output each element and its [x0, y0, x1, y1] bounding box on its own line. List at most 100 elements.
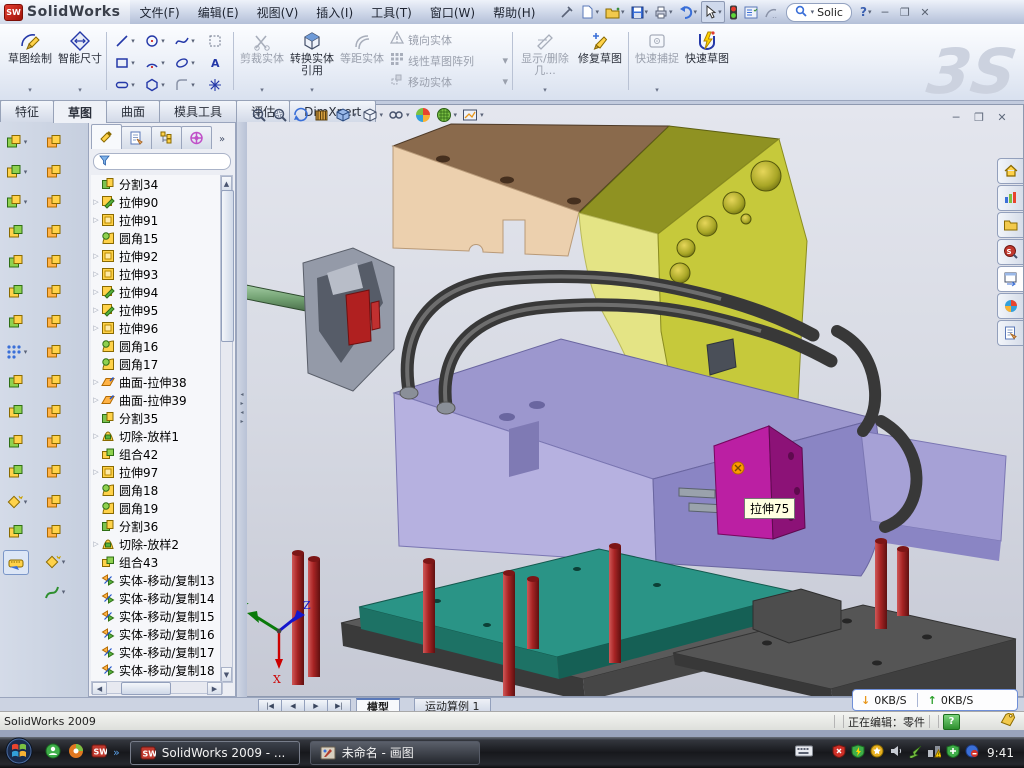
instant3d-button[interactable]: [3, 550, 29, 575]
menu-编辑(E)[interactable]: 编辑(E): [189, 1, 248, 24]
revolved-boss-button[interactable]: [4, 220, 28, 243]
tree-item[interactable]: 组合42: [91, 445, 223, 463]
tree-item[interactable]: 实体-移动/复制17: [91, 643, 223, 661]
menu-文件(F)[interactable]: 文件(F): [130, 1, 188, 24]
repair-sketch-button[interactable]: 修复草图: [576, 28, 624, 94]
edit-appearance-button[interactable]: [414, 106, 432, 124]
tree-item[interactable]: 圆角17: [91, 355, 223, 373]
panel-tab-property-manager[interactable]: [121, 126, 152, 149]
delete-face-button[interactable]: [42, 430, 66, 453]
circle-button[interactable]: ▾: [140, 30, 170, 52]
offset-surface-button[interactable]: [42, 340, 66, 363]
splitter-grip-icon[interactable]: ◂▸◂▸: [238, 390, 246, 430]
quick-tips-icon[interactable]: ?: [943, 714, 960, 730]
tree-item[interactable]: ▷拉伸90: [91, 193, 223, 211]
sketch-button[interactable]: 草图绘制 ▾: [6, 28, 54, 94]
tree-item[interactable]: 圆角19: [91, 499, 223, 517]
tree-item[interactable]: ▷拉伸94: [91, 283, 223, 301]
security-alert-tray-icon[interactable]: [832, 744, 846, 761]
view-orientation-button[interactable]: ▾: [334, 106, 358, 124]
mold-insert[interactable]: [241, 248, 394, 391]
menu-帮助(H)[interactable]: 帮助(H): [484, 1, 544, 24]
menu-工具(T)[interactable]: 工具(T): [362, 1, 421, 24]
section-view-button[interactable]: [313, 106, 331, 124]
tree-item[interactable]: 实体-移动/复制15: [91, 607, 223, 625]
tree-vertical-scrollbar[interactable]: ▲ ▼: [220, 175, 233, 683]
taskbar-task-SolidWorks 2009 - ...[interactable]: SWSolidWorks 2009 - ...: [130, 741, 300, 765]
doc-restore-button[interactable]: ❐: [971, 110, 987, 124]
close-button[interactable]: ✕: [916, 5, 933, 20]
tree-item[interactable]: 实体-移动/复制18: [91, 661, 223, 679]
expand-icon[interactable]: ▷: [91, 198, 101, 206]
fillet-surface-button[interactable]: [42, 490, 66, 513]
help-button[interactable]: ?▾: [858, 2, 873, 22]
ejector-pin[interactable]: [897, 549, 909, 616]
tree-item[interactable]: ▷拉伸97: [91, 463, 223, 481]
vertical-scroll-thumb[interactable]: [221, 190, 234, 342]
base-plates[interactable]: [341, 549, 1016, 697]
model-3d[interactable]: Y Z X: [237, 105, 1024, 697]
tree-item[interactable]: ▷拉伸93: [91, 265, 223, 283]
sync-status-tray-icon[interactable]: [965, 744, 979, 761]
tree-item[interactable]: ▷拉伸91: [91, 211, 223, 229]
text-button[interactable]: A: [200, 52, 230, 74]
panel-tabs-overflow[interactable]: »: [219, 134, 225, 149]
quick-launch-chevron-icon[interactable]: »: [113, 746, 120, 759]
revolved-surface-button[interactable]: [42, 160, 66, 183]
tree-item[interactable]: ▷拉伸95: [91, 301, 223, 319]
boss-extrude-button[interactable]: ▾: [4, 130, 28, 153]
smart-dimension-caret-icon[interactable]: ▾: [78, 86, 82, 94]
tab-特征[interactable]: 特征: [0, 100, 54, 122]
ellipse-button[interactable]: ▾: [170, 52, 200, 74]
tree-item[interactable]: ▷曲面-拉伸38: [91, 373, 223, 391]
power-manager-tray-icon[interactable]: [851, 744, 865, 761]
select-cursor-button[interactable]: ▾: [701, 1, 725, 23]
expand-icon[interactable]: ▷: [91, 468, 101, 476]
draft-button[interactable]: [4, 310, 28, 333]
boundary-surface-button[interactable]: [42, 250, 66, 273]
ejector-pin[interactable]: [308, 559, 320, 677]
keyboard-tray-icon[interactable]: [795, 745, 813, 760]
rectangle-button[interactable]: ▾: [110, 52, 140, 74]
messenger-quicklaunch-icon[interactable]: [45, 743, 61, 762]
ejector-pin[interactable]: [609, 546, 621, 663]
fillet-button[interactable]: ▾: [4, 190, 28, 213]
rebuild-stoplight-button[interactable]: [727, 2, 740, 22]
sketch-fillet-button[interactable]: ▾: [170, 74, 200, 96]
tag-icon[interactable]: [1000, 713, 1016, 730]
horizontal-scroll-thumb[interactable]: [121, 682, 171, 695]
signal-tray-icon[interactable]: [908, 744, 922, 761]
tree-item[interactable]: 圆角15: [91, 229, 223, 247]
apply-scene-button[interactable]: ▾: [435, 106, 459, 124]
network-warning-tray-icon[interactable]: !: [927, 744, 941, 761]
panel-splitter[interactable]: ◂▸◂▸: [236, 104, 247, 697]
zoom-fit-button[interactable]: [250, 106, 268, 124]
tree-item[interactable]: 圆角18: [91, 481, 223, 499]
expand-icon[interactable]: ▷: [91, 216, 101, 224]
tree-item[interactable]: 组合43: [91, 553, 223, 571]
rib-button[interactable]: [4, 280, 28, 303]
filled-surface-button[interactable]: [42, 280, 66, 303]
previous-view-button[interactable]: [292, 106, 310, 124]
linear-pattern-button[interactable]: ▾: [4, 340, 28, 363]
tab-草图[interactable]: 草图: [53, 100, 107, 123]
doc-close-button[interactable]: ✕: [994, 110, 1010, 124]
hide-show-items-button[interactable]: ▾: [387, 106, 411, 124]
open-file-button[interactable]: ▾: [603, 2, 627, 22]
tree-item[interactable]: ▷拉伸96: [91, 319, 223, 337]
planar-surface-button[interactable]: [42, 310, 66, 333]
save-button[interactable]: ▾: [629, 2, 651, 22]
tree-item[interactable]: 实体-移动/复制14: [91, 589, 223, 607]
tree-item[interactable]: 分割36: [91, 517, 223, 535]
convert-entities-button[interactable]: 转换实体引用 ▾: [288, 28, 336, 94]
magenta-block[interactable]: [714, 426, 805, 539]
curve-tool-button[interactable]: ▾: [42, 580, 66, 603]
menu-插入(I)[interactable]: 插入(I): [307, 1, 362, 24]
search-input[interactable]: ▾ Solic: [786, 3, 852, 22]
tab-曲面[interactable]: 曲面: [106, 100, 160, 122]
convert-caret-icon[interactable]: ▾: [310, 86, 314, 94]
ejector-pin[interactable]: [423, 561, 435, 653]
panel-tab-feature-manager[interactable]: [91, 124, 122, 149]
options-list-button[interactable]: [742, 2, 760, 22]
appearances-scenes-tab[interactable]: [997, 293, 1023, 319]
